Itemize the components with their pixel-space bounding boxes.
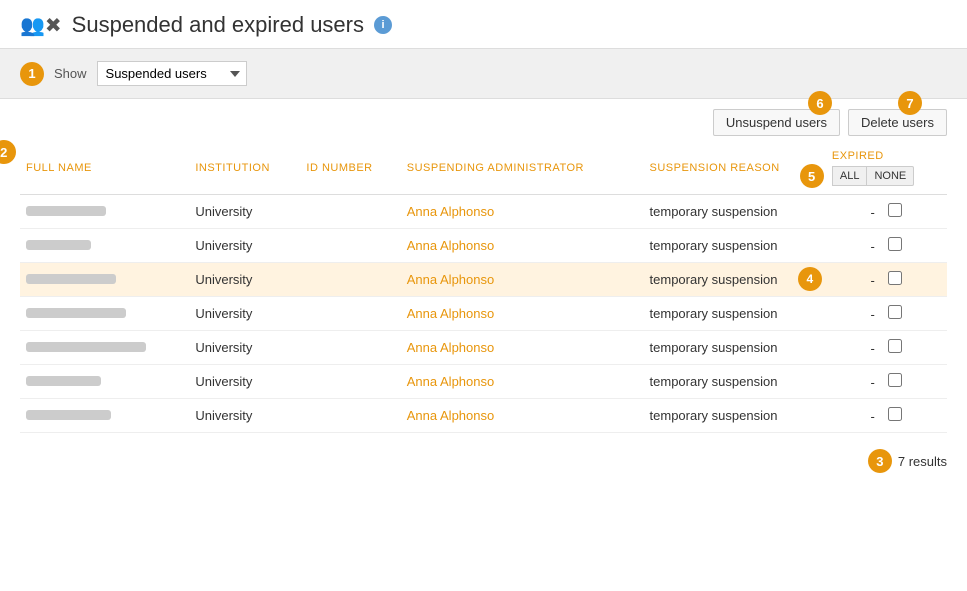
col-header-institution: INSTITUTION [189,142,300,195]
table-body: University Anna Alphonso temporary suspe… [20,195,947,433]
cell-name [20,195,189,229]
page-title: Suspended and expired users [72,12,364,38]
table-row: University Anna Alphonso temporary suspe… [20,399,947,433]
row-checkbox[interactable] [888,407,902,421]
col-header-suspension-reason: SUSPENSION REASON [644,142,826,195]
table-row: University Anna Alphonso temporary suspe… [20,229,947,263]
show-label: Show [54,66,87,81]
cell-institution: University [189,229,300,263]
cell-name [20,365,189,399]
table-header-row: 2 FULL NAME INSTITUTION ID NUMBER SUSPEN… [20,142,947,195]
badge-1: 1 [20,62,44,86]
col-header-full-name: 2 FULL NAME [20,142,189,195]
table-row: University Anna Alphonso temporary suspe… [20,263,947,297]
cell-admin: Anna Alphonso [401,297,644,331]
table-row: University Anna Alphonso temporary suspe… [20,331,947,365]
show-dropdown[interactable]: Suspended users Expired users All [97,61,247,86]
results-count: 7 results [898,454,947,469]
page-header: 👥✖ Suspended and expired users i [0,0,967,49]
table-container: 2 FULL NAME INSTITUTION ID NUMBER SUSPEN… [20,142,947,433]
cell-id [300,365,400,399]
cell-expired: - [826,331,947,365]
delete-button[interactable]: Delete users [848,109,947,136]
cell-admin: Anna Alphonso [401,365,644,399]
col-header-expired: EXPIRED 5 ALL NONE [826,142,947,195]
cell-id [300,331,400,365]
cell-id [300,297,400,331]
cell-reason: temporary suspension [644,229,826,263]
col-header-id-number: ID NUMBER [300,142,400,195]
cell-expired: - [826,297,947,331]
cell-reason: temporary suspension [644,195,826,229]
badge-2: 2 [0,140,16,164]
cell-institution: University [189,297,300,331]
cell-name [20,399,189,433]
cell-reason: temporary suspension [644,297,826,331]
badge-5: 5 [800,164,824,188]
cell-reason: temporary suspension [644,365,826,399]
main-content: 6 7 Unsuspend users Delete users 2 FULL … [0,99,967,493]
cell-name [20,297,189,331]
row-checkbox[interactable] [888,339,902,353]
cell-reason: temporary suspension [644,331,826,365]
results-row: 3 7 results [20,449,947,473]
cell-name [20,263,189,297]
cell-expired: - [826,365,947,399]
cell-admin: Anna Alphonso [401,399,644,433]
cell-id [300,399,400,433]
table-row: University Anna Alphonso temporary suspe… [20,195,947,229]
cell-expired: - [826,229,947,263]
info-icon[interactable]: i [374,16,392,34]
cell-institution: University [189,399,300,433]
cell-institution: University [189,331,300,365]
badge-3: 3 [868,449,892,473]
cell-admin: Anna Alphonso [401,195,644,229]
select-none-button[interactable]: NONE [867,166,914,186]
row-checkbox[interactable] [888,203,902,217]
cell-admin: Anna Alphonso [401,331,644,365]
cell-id [300,195,400,229]
table-row: University Anna Alphonso temporary suspe… [20,297,947,331]
row-checkbox[interactable] [888,237,902,251]
col-header-suspending-admin: SUSPENDING ADMINISTRATOR [401,142,644,195]
cell-reason: temporary suspension [644,399,826,433]
row-checkbox[interactable] [888,271,902,285]
cell-name [20,331,189,365]
cell-expired: - 4 [826,263,947,297]
cell-admin: Anna Alphonso [401,229,644,263]
cell-institution: University [189,263,300,297]
actions-row: 6 7 Unsuspend users Delete users [20,109,947,136]
cell-institution: University [189,195,300,229]
badge-6: 6 [808,91,832,115]
cell-admin: Anna Alphonso [401,263,644,297]
row-checkbox[interactable] [888,305,902,319]
users-suspended-icon: 👥✖ [20,13,62,38]
badge-4: 4 [798,267,822,291]
cell-expired: - [826,399,947,433]
table-row: University Anna Alphonso temporary suspe… [20,365,947,399]
cell-expired: - [826,195,947,229]
cell-name [20,229,189,263]
cell-institution: University [189,365,300,399]
users-table: 2 FULL NAME INSTITUTION ID NUMBER SUSPEN… [20,142,947,433]
select-all-button[interactable]: ALL [832,166,868,186]
badge-7: 7 [898,91,922,115]
cell-id [300,263,400,297]
cell-id [300,229,400,263]
row-checkbox[interactable] [888,373,902,387]
